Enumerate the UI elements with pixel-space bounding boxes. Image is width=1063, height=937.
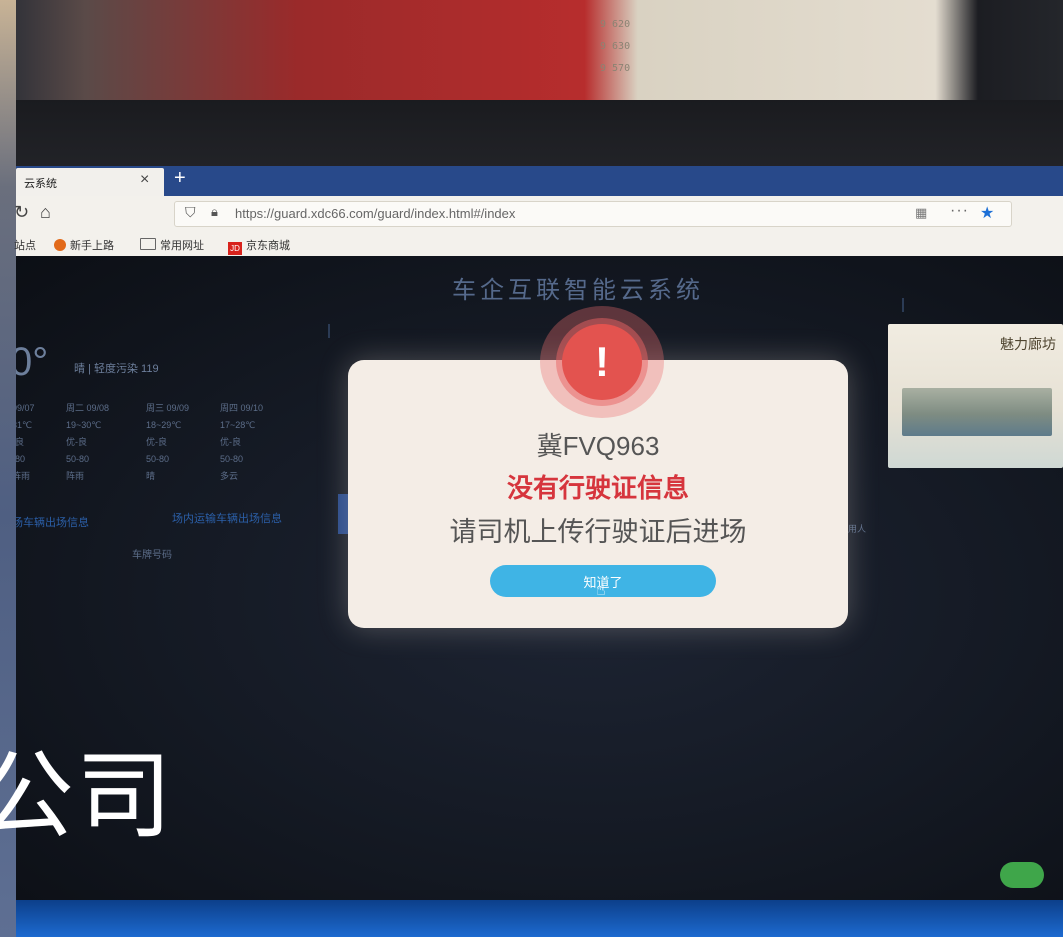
url-text[interactable]: https://guard.xdc66.com/guard/index.html… bbox=[235, 206, 515, 221]
bookmark-label: 常用网址 bbox=[160, 240, 204, 252]
forecast-condition: 晴 bbox=[146, 471, 156, 481]
navigation-bar: ↻ ⌂ ⛉ 🔒︎ https://guard.xdc66.com/guard/i… bbox=[14, 196, 1063, 233]
forecast-range: 50-80 bbox=[66, 454, 90, 464]
jd-icon: JD bbox=[228, 242, 242, 255]
new-tab-button[interactable]: + bbox=[174, 167, 186, 190]
forecast-date: 周三 09/09 bbox=[146, 403, 190, 413]
forecast-aqi: 优-良 bbox=[220, 437, 241, 447]
temperature: 0° bbox=[16, 340, 49, 384]
bookmark-label: 京东商城 bbox=[246, 240, 290, 252]
close-tab-icon[interactable]: × bbox=[140, 171, 149, 189]
poster-line: 9 570 bbox=[600, 63, 631, 74]
overlay-company-text: 公司 bbox=[0, 740, 174, 852]
weather-summary: 晴 | 轻度污染 119 bbox=[74, 363, 159, 375]
hand-cursor-icon: ☝ bbox=[596, 582, 606, 599]
side-label: 用人 bbox=[848, 524, 867, 534]
browser-tab[interactable]: 云系统 × bbox=[16, 168, 164, 196]
monitor-bezel bbox=[16, 100, 1063, 170]
tab-transport-exit[interactable]: 场内运输车辆出场信息 bbox=[172, 510, 282, 526]
tray-icon[interactable] bbox=[1000, 862, 1044, 888]
forecast-condition: 阵雨 bbox=[16, 471, 31, 481]
forecast-day: 周二 09/08 19~30℃ 优-良 50-80 阵雨 bbox=[66, 400, 126, 485]
bookmark-sites[interactable]: 站点 bbox=[14, 237, 36, 253]
forecast-day: 周三 09/09 18~29℃ 优-良 50-80 晴 bbox=[146, 400, 206, 485]
lock-icon: 🔒︎ bbox=[211, 204, 218, 219]
exclamation-icon: ! bbox=[562, 324, 642, 400]
forecast-date: 周二 09/08 bbox=[66, 403, 110, 413]
forecast-day: 09/07 31℃ -良 -80 阵雨 bbox=[16, 400, 72, 485]
forecast-date: 09/07 bbox=[16, 403, 35, 413]
forecast-aqi: -良 bbox=[16, 437, 24, 447]
forecast-aqi: 优-良 bbox=[146, 437, 167, 447]
license-plate: 冀FVQ963 bbox=[536, 431, 660, 461]
qr-code-icon[interactable]: ▦ bbox=[915, 205, 927, 221]
firefox-icon bbox=[54, 239, 66, 251]
forecast-condition: 多云 bbox=[220, 471, 239, 481]
forecast-date: 周四 09/10 bbox=[220, 403, 264, 413]
section-divider bbox=[328, 324, 330, 338]
column-header-plate: 车牌号码 bbox=[132, 550, 172, 561]
bookmarks-bar: 站点 新手上路 常用网址 JD 京东商城 bbox=[14, 232, 1063, 256]
error-message: 没有行驶证信息 bbox=[506, 473, 689, 503]
forecast-aqi: 优-良 bbox=[66, 437, 87, 447]
folder-icon bbox=[140, 238, 156, 250]
bookmark-label: 新手上路 bbox=[70, 240, 114, 252]
bookmark-jd[interactable]: JD 京东商城 bbox=[228, 237, 290, 255]
forecast-temp: 19~30℃ bbox=[66, 420, 102, 430]
promo-title: 魅力廊坊 bbox=[1000, 337, 1056, 353]
tab-vehicle-exit[interactable]: 场车辆出场信息 bbox=[16, 514, 89, 530]
forecast-day: 周四 09/10 17~28℃ 优-良 50-80 多云 bbox=[220, 400, 280, 485]
promo-image bbox=[902, 388, 1052, 436]
poster-text: 9 620 9 630 9 570 bbox=[600, 14, 680, 80]
shield-icon[interactable]: ⛉ bbox=[185, 204, 196, 221]
bookmark-label: 站点 bbox=[14, 240, 36, 252]
background-wall: 9 620 9 630 9 570 bbox=[0, 0, 1063, 100]
instruction-message: 请司机上传行驶证后进场 bbox=[449, 517, 747, 547]
address-bar[interactable]: ⛉ 🔒︎ https://guard.xdc66.com/guard/index… bbox=[174, 201, 1012, 227]
dashboard-title: 车企互联智能云系统 bbox=[452, 277, 704, 304]
forecast-temp: 18~29℃ bbox=[146, 420, 182, 430]
forecast-range: 50-80 bbox=[146, 454, 170, 464]
bookmark-getting-started[interactable]: 新手上路 bbox=[54, 237, 114, 253]
forecast-temp: 31℃ bbox=[16, 420, 33, 430]
bookmark-common-sites[interactable]: 常用网址 bbox=[140, 237, 204, 253]
poster-line: 9 620 bbox=[600, 19, 631, 30]
tab-strip: 云系统 × + bbox=[16, 166, 1063, 196]
poster-line: 9 630 bbox=[600, 41, 631, 52]
more-actions-icon[interactable]: ··· bbox=[950, 202, 969, 220]
forecast-range: -80 bbox=[16, 454, 26, 464]
reload-icon[interactable]: ↻ bbox=[14, 202, 29, 223]
forecast-range: 50-80 bbox=[220, 454, 244, 464]
tab-title: 云系统 bbox=[24, 178, 57, 190]
promo-banner[interactable]: 魅力廊坊 bbox=[888, 324, 1063, 468]
forecast-temp: 17~28℃ bbox=[220, 420, 256, 430]
bookmark-star-icon[interactable]: ★ bbox=[980, 203, 994, 223]
section-divider bbox=[902, 298, 904, 312]
forecast-condition: 阵雨 bbox=[66, 471, 85, 481]
home-icon[interactable]: ⌂ bbox=[40, 202, 51, 223]
taskbar bbox=[16, 900, 1063, 937]
